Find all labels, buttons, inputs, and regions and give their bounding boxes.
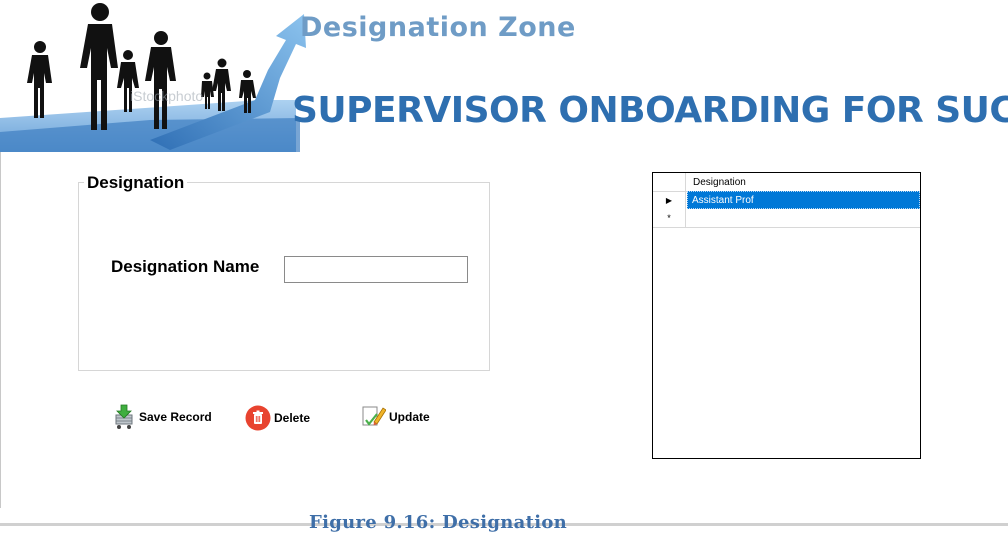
designation-grid[interactable]: Designation ▶ Assistant Prof * bbox=[652, 172, 921, 459]
window-left-border bbox=[0, 152, 1, 508]
current-row-arrow-icon: ▶ bbox=[665, 195, 673, 205]
save-record-button[interactable]: Save Record bbox=[112, 404, 212, 430]
update-button[interactable]: Update bbox=[362, 404, 430, 430]
table-row[interactable]: ▶ Assistant Prof bbox=[653, 191, 920, 209]
trash-icon bbox=[245, 405, 271, 431]
table-row-new[interactable]: * bbox=[653, 209, 920, 228]
row-header-current[interactable]: ▶ bbox=[653, 191, 686, 209]
header-banner: iStockphoto Designation Zone SUPERVISOR … bbox=[0, 0, 1008, 152]
groupbox-title: Designation bbox=[84, 173, 188, 193]
edit-pencil-icon bbox=[362, 406, 386, 426]
designation-name-label: Designation Name bbox=[111, 257, 260, 276]
row-header-new[interactable]: * bbox=[653, 209, 686, 227]
grid-column-header-designation[interactable]: Designation bbox=[687, 173, 920, 191]
designation-name-input[interactable] bbox=[284, 256, 468, 283]
delete-button[interactable]: Delete bbox=[245, 405, 310, 431]
update-label: Update bbox=[389, 410, 430, 424]
save-cart-icon bbox=[115, 404, 133, 429]
grid-header-row: Designation bbox=[653, 173, 920, 192]
banner-main-title: SUPERVISOR ONBOARDING FOR SUCCESS bbox=[292, 90, 1008, 131]
save-record-label: Save Record bbox=[139, 410, 212, 424]
delete-label: Delete bbox=[274, 411, 311, 425]
figure-caption: Figure 9.16: Designation bbox=[309, 512, 568, 533]
grid-cell-designation[interactable]: Assistant Prof bbox=[687, 191, 920, 209]
new-row-asterisk-icon: * bbox=[667, 213, 671, 223]
zone-title: Designation Zone bbox=[300, 12, 576, 43]
grid-cell-new[interactable] bbox=[687, 209, 920, 227]
grid-corner-cell bbox=[653, 173, 686, 191]
banner-watermark: iStockphoto bbox=[130, 88, 204, 104]
